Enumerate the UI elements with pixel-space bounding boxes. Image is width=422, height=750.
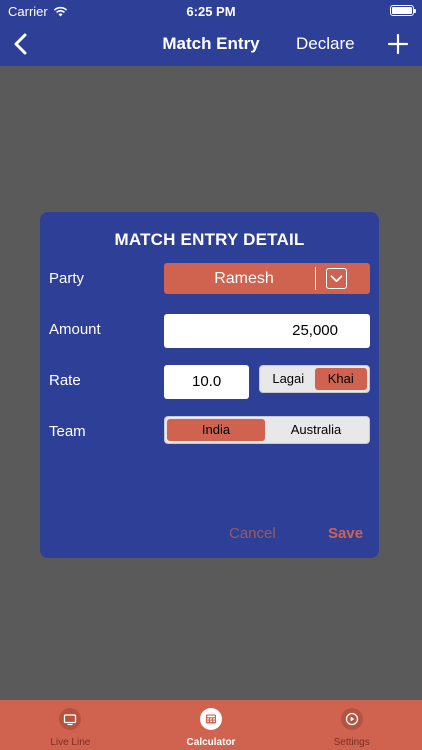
khai-segment[interactable]: Khai bbox=[314, 368, 367, 390]
party-label: Party bbox=[49, 270, 85, 287]
team-segmented-control: India Australia bbox=[164, 416, 370, 444]
tab-settings[interactable]: Settings bbox=[281, 700, 422, 750]
settings-icon bbox=[340, 708, 363, 730]
cancel-button[interactable]: Cancel bbox=[229, 525, 276, 542]
back-chevron-icon[interactable] bbox=[10, 31, 34, 57]
battery-icon bbox=[390, 5, 416, 16]
plus-icon[interactable] bbox=[386, 32, 410, 56]
team-label: Team bbox=[49, 423, 86, 440]
lagai-segment[interactable]: Lagai bbox=[262, 368, 315, 390]
status-bar: Carrier 6:25 PM bbox=[0, 0, 422, 22]
amount-input[interactable]: 25,000 bbox=[164, 314, 370, 348]
rate-input[interactable]: 10.0 bbox=[164, 365, 249, 399]
tab-label: Settings bbox=[333, 737, 370, 748]
declare-button[interactable]: Declare bbox=[296, 34, 355, 54]
page-title: Match Entry bbox=[162, 34, 260, 53]
tv-icon bbox=[59, 708, 82, 730]
australia-segment[interactable]: Australia bbox=[265, 419, 367, 441]
tab-bar: Live Line Calculator Settings bbox=[0, 700, 422, 750]
india-segment[interactable]: India bbox=[167, 419, 265, 441]
tab-calculator[interactable]: Calculator bbox=[141, 700, 282, 750]
calculator-icon bbox=[200, 708, 222, 730]
save-button[interactable]: Save bbox=[328, 525, 363, 542]
match-entry-dialog: MATCH ENTRY DETAIL Party Ramesh Amount 2… bbox=[40, 212, 379, 558]
tab-label: Live Line bbox=[50, 737, 91, 748]
navigation-bar: Match Entry Declare bbox=[0, 22, 422, 66]
status-time: 6:25 PM bbox=[186, 4, 236, 19]
tab-live-line[interactable]: Live Line bbox=[0, 700, 141, 750]
dialog-title: MATCH ENTRY DETAIL bbox=[114, 230, 305, 249]
tab-label: Calculator bbox=[186, 737, 236, 748]
party-value: Ramesh bbox=[214, 270, 274, 287]
chevron-down-icon bbox=[326, 268, 347, 289]
rate-label: Rate bbox=[49, 372, 81, 389]
amount-label: Amount bbox=[49, 321, 101, 338]
party-dropdown[interactable]: Ramesh bbox=[164, 263, 370, 294]
top-bar: Carrier 6:25 PM Match Entry Declare bbox=[0, 0, 422, 66]
dropdown-divider bbox=[315, 267, 316, 290]
lagai-khai-segmented-control: Lagai Khai bbox=[259, 365, 370, 393]
